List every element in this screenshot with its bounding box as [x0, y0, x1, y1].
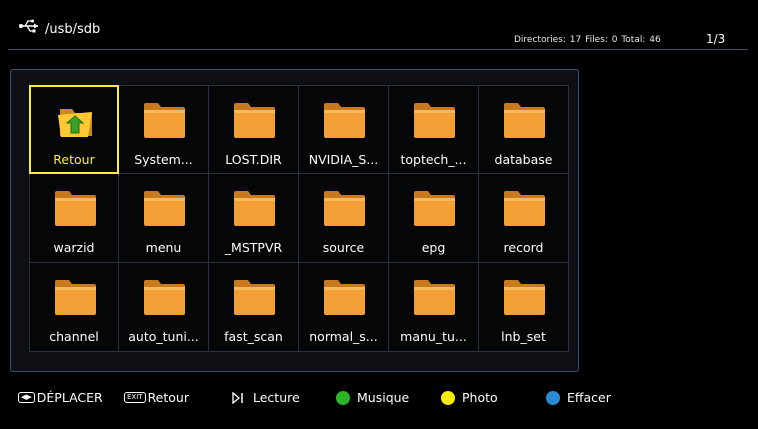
folder-icon — [324, 191, 365, 226]
green-button-icon — [336, 390, 350, 405]
folder-item[interactable]: fast_scan — [209, 263, 299, 352]
folder-grid: Retour System... LOST.DIR NVIDIA_S... toptec… — [29, 85, 569, 353]
folder-label: fast_scan — [224, 329, 283, 344]
folder-icon — [234, 191, 275, 226]
folder-item[interactable]: NVIDIA_S... — [299, 85, 389, 174]
folder-icon — [144, 280, 185, 315]
folder-item[interactable]: warzid — [29, 174, 119, 263]
folder-icon — [55, 191, 96, 226]
folder-item[interactable]: normal_s... — [299, 263, 389, 352]
folder-item[interactable]: _MSTPVR — [209, 174, 299, 263]
folder-icon — [144, 191, 185, 226]
folder-label: auto_tuni... — [128, 329, 199, 344]
folder-item[interactable]: LOST.DIR — [209, 85, 299, 174]
green-label: Musique — [357, 390, 410, 405]
directory-stats: Directories: 17 Files: 0 Total: 46 — [514, 35, 661, 45]
folder-icon — [414, 191, 455, 226]
folder-icon — [234, 103, 275, 138]
folder-item[interactable]: source — [299, 174, 389, 263]
folder-label: epg — [421, 240, 446, 255]
folder-label: database — [494, 152, 553, 167]
folder-label: NVIDIA_S... — [308, 152, 379, 167]
folder-icon — [324, 103, 365, 138]
folder-icon — [324, 280, 365, 315]
folder-label: manu_tu... — [400, 329, 467, 344]
folder-item[interactable]: System... — [119, 85, 209, 174]
folder-label: source — [322, 240, 365, 255]
folder-icon — [504, 191, 545, 226]
folder-item[interactable]: toptech_... — [389, 85, 479, 174]
folder-item[interactable]: manu_tu... — [389, 263, 479, 352]
blue-button-icon — [546, 390, 560, 405]
folder-icon — [504, 280, 545, 315]
folder-label: menu — [145, 240, 182, 255]
current-path: /usb/sdb — [45, 22, 101, 37]
folder-label: System... — [134, 152, 193, 167]
folder-item[interactable]: lnb_set — [479, 263, 569, 352]
yellow-button-icon — [441, 390, 455, 405]
folder-label: LOST.DIR — [225, 152, 282, 167]
folder-icon — [414, 280, 455, 315]
folder-label: toptech_... — [400, 152, 467, 167]
folder-label: Retour — [53, 152, 95, 167]
folder-label: channel — [49, 329, 99, 344]
exit-label: Retour — [147, 390, 189, 405]
move-key-icon: ◀▶ — [18, 392, 35, 403]
folder-item[interactable]: database — [479, 85, 569, 174]
play-hint: Lecture — [232, 390, 300, 405]
folder-item[interactable]: epg — [389, 174, 479, 263]
folder-label: record — [503, 240, 544, 255]
yellow-hint: Photo — [441, 390, 498, 405]
folder-icon — [144, 103, 185, 138]
folder-label: warzid — [53, 240, 95, 255]
folder-icon — [234, 280, 275, 315]
move-label: DÉPLACER — [36, 390, 103, 405]
play-pause-icon — [232, 391, 243, 404]
folder-label: _MSTPVR — [224, 240, 283, 255]
yellow-label: Photo — [462, 390, 498, 405]
folder-label: normal_s... — [309, 329, 378, 344]
folder-item[interactable]: record — [479, 174, 569, 263]
folder-item[interactable]: channel — [29, 263, 119, 352]
blue-hint: Effacer — [546, 390, 611, 405]
folder-item[interactable]: menu — [119, 174, 209, 263]
blue-label: Effacer — [567, 390, 611, 405]
exit-key-icon: EXIT — [124, 392, 146, 403]
page-indicator: 1/3 — [706, 32, 726, 46]
back-folder-icon — [58, 109, 92, 137]
folder-label: lnb_set — [501, 329, 546, 344]
exit-hint: EXIT Retour — [124, 390, 189, 405]
move-hint: ◀▶ DÉPLACER — [18, 390, 103, 405]
green-hint: Musique — [336, 390, 409, 405]
folder-icon — [55, 280, 96, 315]
usb-icon — [19, 19, 38, 33]
header-divider — [8, 49, 748, 50]
folder-item[interactable]: auto_tuni... — [119, 263, 209, 352]
folder-item[interactable]: Retour — [29, 85, 119, 174]
play-label: Lecture — [253, 390, 300, 405]
folder-icon — [504, 103, 545, 138]
folder-icon — [414, 103, 455, 138]
